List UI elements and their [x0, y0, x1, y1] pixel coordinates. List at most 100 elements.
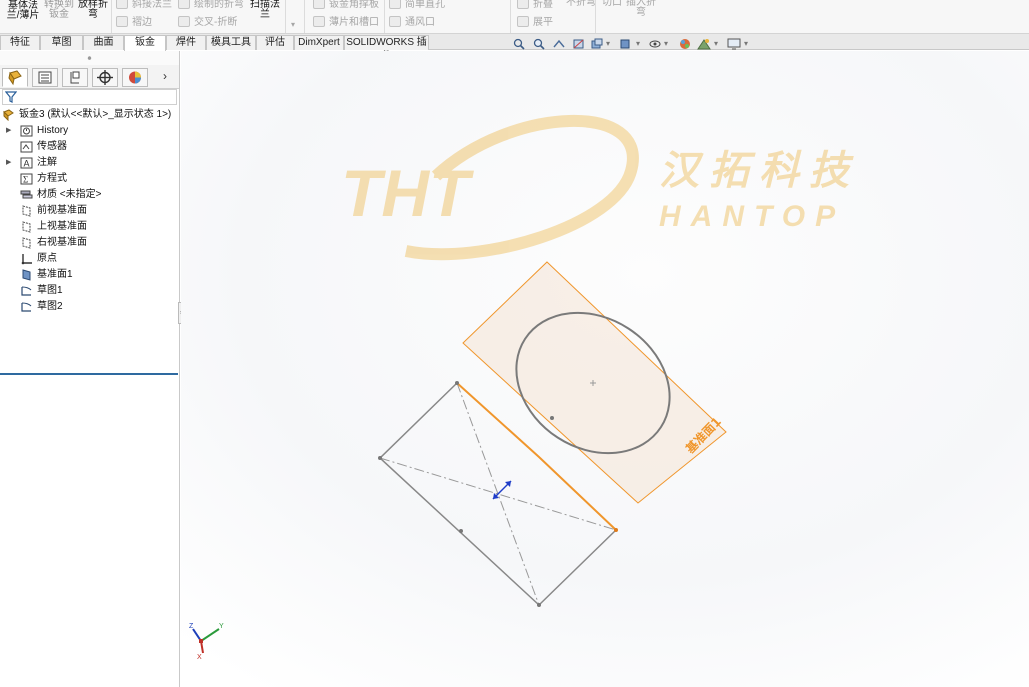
tree-root-label: 钣金3 (默认<<默认>_显示状态 1>) [19, 109, 172, 120]
rip-button[interactable]: 切口 [602, 0, 622, 8]
cross-break-button[interactable]: 交叉-折断 [178, 16, 237, 28]
watermark-logo-text: THT [341, 156, 474, 230]
watermark-en-text: HANTOP [659, 200, 845, 233]
model-scene[interactable]: THT 汉拓科技 HANTOP 基准面1 Y Z X [181, 51, 1029, 687]
miter-flange-label: 斜接法兰 [132, 0, 172, 10]
plane-icon [20, 237, 33, 249]
edit-appearance-icon[interactable] [678, 38, 692, 50]
tab-sketch[interactable]: 草图 [40, 35, 83, 50]
insert-bends-button[interactable]: 插入折 弯 [626, 0, 656, 18]
rollback-bar[interactable] [0, 373, 178, 375]
tree-item-label: 注解 [37, 157, 57, 168]
tab-weldments[interactable]: 焊件 [166, 35, 206, 50]
plane-icon [20, 221, 33, 233]
base-flange-button[interactable]: 基体法 兰/薄片 [6, 1, 40, 21]
dropdown-arrow-icon[interactable]: ▾ [664, 39, 668, 48]
dropdown-arrow-icon[interactable]: ▾ [606, 39, 610, 48]
hem-icon [116, 16, 128, 27]
no-bends-label: 不折弯 [566, 0, 596, 8]
dimxpertmanager-icon [97, 70, 113, 85]
simple-hole-icon [389, 0, 401, 9]
section-view-icon[interactable] [572, 38, 586, 50]
previous-view-icon[interactable] [552, 38, 566, 50]
ribbon-separator [111, 0, 112, 33]
tree-item-label: 方程式 [37, 173, 67, 184]
feature-manager-panel: ⦁ › 钣金3 (默认<<默认>_显示状态 1>) ▶ History 传感器 … [0, 51, 180, 687]
tree-filter-input[interactable] [2, 89, 177, 105]
ribbon-separator [510, 0, 511, 33]
simple-hole-label: 简单直孔 [405, 0, 445, 10]
lofted-bend-button[interactable]: 放样折 弯 [78, 0, 108, 20]
sketched-bend-button[interactable]: 绘制的折弯 [178, 0, 244, 10]
zoom-to-area-icon[interactable] [532, 38, 546, 50]
display-style-icon[interactable] [618, 38, 632, 50]
tree-item-label: 右视基准面 [37, 237, 87, 248]
cross-break-icon [178, 16, 190, 27]
flatten-button[interactable]: 展平 [517, 16, 553, 28]
tab-dimxpert[interactable]: DimXpert [294, 35, 344, 50]
fold-icon [517, 0, 529, 9]
configurationmanager-tab[interactable] [62, 68, 88, 87]
dropdown-arrow-icon[interactable]: ▾ [636, 39, 640, 48]
convert-to-sheet-metal-button[interactable]: 转换到 钣金 [44, 0, 74, 20]
ribbon-separator [285, 0, 286, 33]
displaymanager-tab[interactable] [122, 68, 148, 87]
plane-filled-icon [20, 269, 33, 281]
dropdown-arrow-icon[interactable]: ▾ [744, 39, 748, 48]
panel-grip-handle[interactable]: ⦁ [0, 51, 179, 65]
fold-button[interactable]: 折叠 [517, 0, 553, 10]
gusset-label: 钣金角撑板 [329, 0, 379, 10]
flatten-label: 展平 [533, 17, 553, 28]
propertymanager-icon [38, 71, 52, 84]
apply-scene-icon[interactable] [697, 38, 711, 50]
filter-icon [5, 91, 17, 103]
propertymanager-tab[interactable] [32, 68, 58, 87]
tab-surfaces[interactable]: 曲面 [83, 35, 124, 50]
zoom-to-fit-icon[interactable] [512, 38, 526, 50]
vent-button[interactable]: 通风口 [389, 16, 435, 28]
panel-tab-strip: › [0, 65, 179, 89]
sheet-metal-gusset-button[interactable]: 钣金角撑板 [313, 0, 379, 10]
tab-solidworks-addins[interactable]: SOLIDWORKS 插件 [344, 35, 429, 62]
ribbon-separator [304, 0, 305, 33]
no-bends-button[interactable]: 不折弯 [566, 0, 596, 8]
miter-flange-button[interactable]: 斜接法兰 [116, 0, 172, 10]
triad-z-label: Z [189, 623, 194, 630]
featuremanager-tab[interactable] [2, 68, 28, 87]
tree-item-label: 传感器 [37, 141, 67, 152]
origin-icon [20, 253, 33, 265]
equation-icon: Σ [20, 173, 33, 185]
swept-flange-button[interactable]: 扫描法 兰 [248, 0, 282, 20]
hide-show-items-icon[interactable] [648, 38, 662, 50]
tab-sheet-metal[interactable]: 钣金 [124, 35, 166, 51]
plane-icon [20, 205, 33, 217]
view-settings-icon[interactable] [727, 38, 741, 50]
featuremanager-icon [8, 70, 22, 86]
flatten-icon [517, 16, 529, 27]
simple-hole-button[interactable]: 简单直孔 [389, 0, 445, 10]
graphics-viewport[interactable]: THT 汉拓科技 HANTOP 基准面1 Y Z X [181, 51, 1029, 687]
ribbon-dropdown-arrow[interactable]: ▾ [291, 20, 295, 30]
ribbon-separator [384, 0, 385, 33]
sketch-icon [20, 285, 33, 297]
tab-features[interactable]: 特征 [0, 35, 40, 50]
dropdown-arrow-icon[interactable]: ▾ [714, 39, 718, 48]
tab-evaluate[interactable]: 评估 [256, 35, 294, 50]
miter-flange-icon [116, 0, 128, 9]
tree-item-label: 前视基准面 [37, 205, 87, 216]
view-orientation-icon[interactable] [590, 38, 604, 50]
expand-arrow-icon[interactable]: ▶ [6, 155, 16, 171]
command-manager-ribbon: 基体法 兰/薄片 转换到 钣金 放样折 弯 斜接法兰 褶边 绘制的折弯 交叉-折… [0, 0, 1029, 34]
sketch-icon [20, 301, 33, 313]
triad-x-label: X [197, 654, 202, 661]
dimxpertmanager-tab[interactable] [92, 68, 118, 87]
hem-button[interactable]: 褶边 [116, 16, 152, 28]
displaymanager-icon [129, 71, 141, 84]
tab-and-slot-button[interactable]: 薄片和槽口 [313, 16, 379, 28]
tab-mold-tools[interactable]: 模具工具 [206, 35, 256, 50]
expand-arrow-icon[interactable]: ▶ [6, 123, 16, 139]
tree-item-label: 材质 <未指定> [37, 189, 102, 200]
triad-y-label: Y [219, 623, 224, 630]
svg-text:Σ: Σ [23, 175, 28, 185]
chevron-right-icon[interactable]: › [163, 69, 167, 83]
